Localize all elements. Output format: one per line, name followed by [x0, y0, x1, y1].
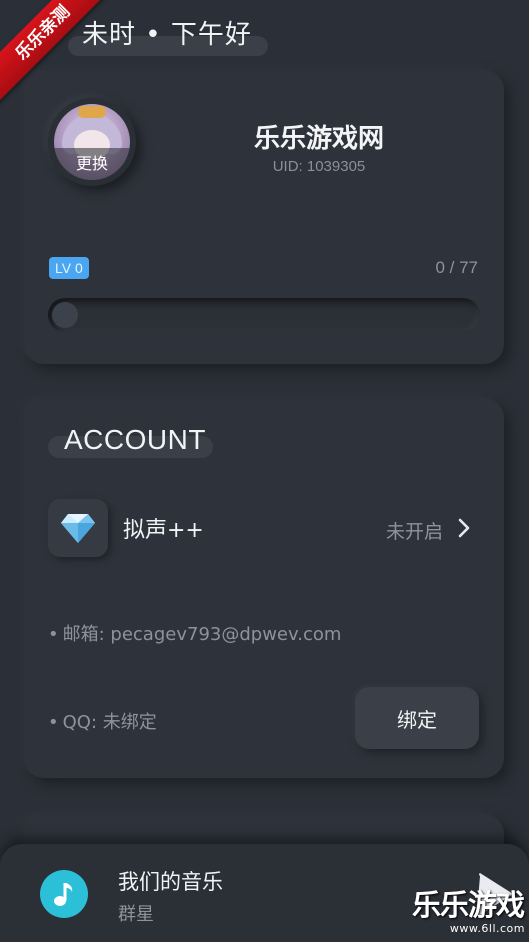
watermark-logo: 乐乐游戏 www.6ll.com [412, 888, 529, 942]
song-artist: 群星 [118, 904, 154, 925]
diamond-icon [48, 499, 108, 557]
section-title: ACCOUNT [64, 424, 206, 455]
qq-text: QQ: 未绑定 [62, 712, 157, 733]
vip-status: 未开启 [386, 521, 444, 543]
avatar-image: 更换 [54, 104, 130, 180]
account-card: ACCOUNT 拟声++ 未开启 • 邮箱: pecagev793@dpwev.c… [24, 398, 504, 778]
avatar[interactable]: 更换 [48, 98, 136, 186]
qq-row: • QQ: 未绑定 [48, 712, 157, 733]
song-title: 我们的音乐 [118, 870, 223, 894]
experience-progress-bar [48, 298, 480, 332]
profile-card: 更换 乐乐游戏网 UID: 1039305 LV 0 0 / 77 [24, 70, 504, 364]
email-row: • 邮箱: pecagev793@dpwev.com [48, 624, 342, 645]
change-avatar-label[interactable]: 更换 [54, 150, 130, 174]
chevron-right-icon [458, 518, 470, 538]
level-badge: LV 0 [49, 257, 89, 279]
music-note-icon[interactable] [40, 870, 88, 918]
watermark-brand: 乐乐游戏 [412, 888, 525, 922]
email-text: 邮箱: pecagev793@dpwev.com [62, 624, 342, 645]
greeting-header: 未时 • 下午好 [68, 14, 268, 56]
experience-progress-fill [52, 302, 78, 328]
watermark-url: www.6ll.com [449, 922, 525, 935]
bind-qq-button[interactable]: 绑定 [355, 687, 479, 749]
greeting-text: 未时 • 下午好 [82, 20, 252, 50]
username: 乐乐游戏网 [253, 124, 384, 154]
user-id: UID: 1039305 [272, 158, 366, 175]
vip-label: 拟声++ [123, 518, 204, 543]
experience-text: 0 / 77 [435, 258, 478, 277]
